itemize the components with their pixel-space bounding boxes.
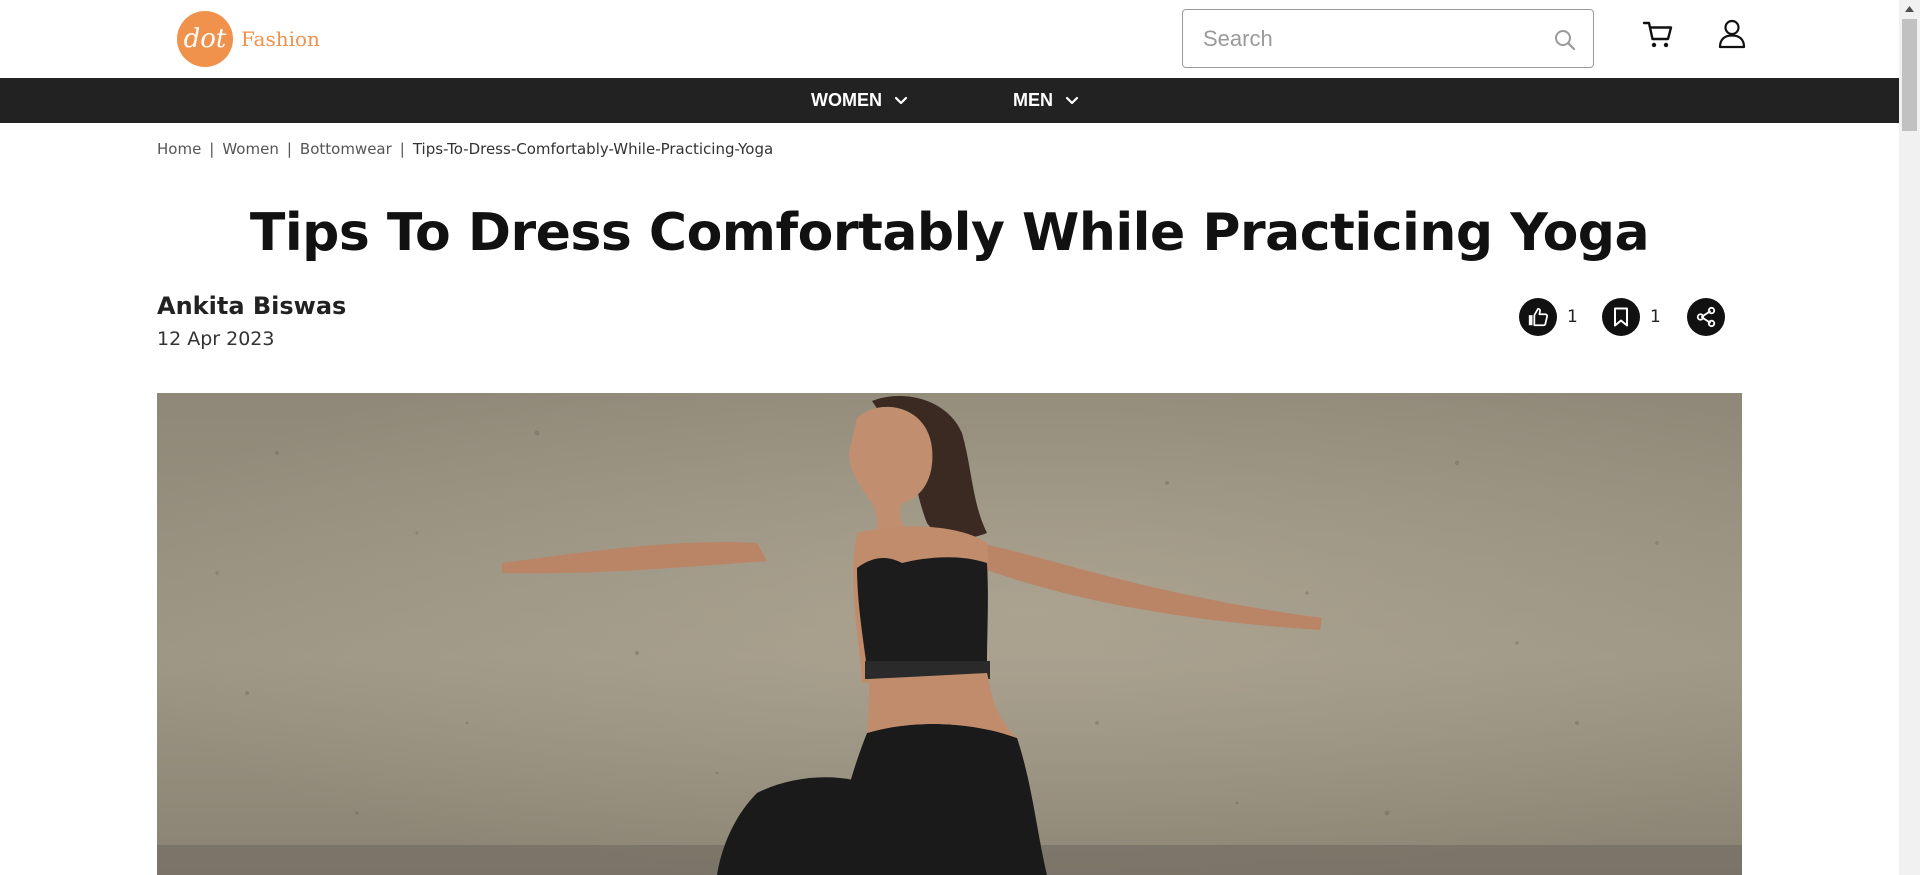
cart-icon[interactable] [1642,18,1674,50]
hero-image [157,393,1742,875]
main-nav: WOMEN MEN [0,78,1899,123]
nav-item-women[interactable]: WOMEN [811,78,908,123]
search-box [1182,9,1594,68]
breadcrumb: Home | Women | Bottomwear | Tips-To-Dres… [157,140,773,158]
breadcrumb-women[interactable]: Women [222,140,278,158]
share-icon [1687,298,1725,336]
scrollbar-thumb[interactable] [1902,19,1917,131]
nav-item-label: WOMEN [811,90,882,110]
chevron-down-icon [1065,96,1079,104]
nav-item-men[interactable]: MEN [1013,78,1079,123]
publish-date: 12 Apr 2023 [157,328,275,350]
brand-logo[interactable]: dot Fashion [177,11,320,67]
user-icon[interactable] [1718,19,1746,49]
scrollbar[interactable] [1899,0,1920,875]
nav-item-label: MEN [1013,90,1053,110]
chevron-down-icon [894,96,908,104]
search-input[interactable] [1183,10,1533,67]
breadcrumb-bottomwear[interactable]: Bottomwear [300,140,392,158]
like-button[interactable]: 1 [1519,298,1578,336]
share-button[interactable] [1687,298,1725,336]
breadcrumb-separator: | [209,140,215,158]
article-title: Tips To Dress Comfortably While Practici… [249,203,1650,263]
breadcrumb-home[interactable]: Home [157,140,201,158]
breadcrumb-separator: | [399,140,405,158]
like-count: 1 [1567,307,1578,327]
breadcrumb-current: Tips-To-Dress-Comfortably-While-Practici… [412,140,774,158]
yoga-photo [157,393,1742,875]
bookmark-button[interactable]: 1 [1602,298,1661,336]
author-name[interactable]: Ankita Biswas [157,292,346,320]
search-icon[interactable] [1553,28,1577,52]
bookmark-icon [1602,298,1640,336]
logo-mark: dot [177,11,233,67]
thumbs-up-icon [1519,298,1557,336]
bookmark-count: 1 [1650,307,1661,327]
scroll-up-arrow-icon[interactable] [1899,0,1920,17]
logo-text: Fashion [241,27,320,51]
breadcrumb-separator: | [286,140,292,158]
site-header: dot Fashion [0,0,1899,78]
